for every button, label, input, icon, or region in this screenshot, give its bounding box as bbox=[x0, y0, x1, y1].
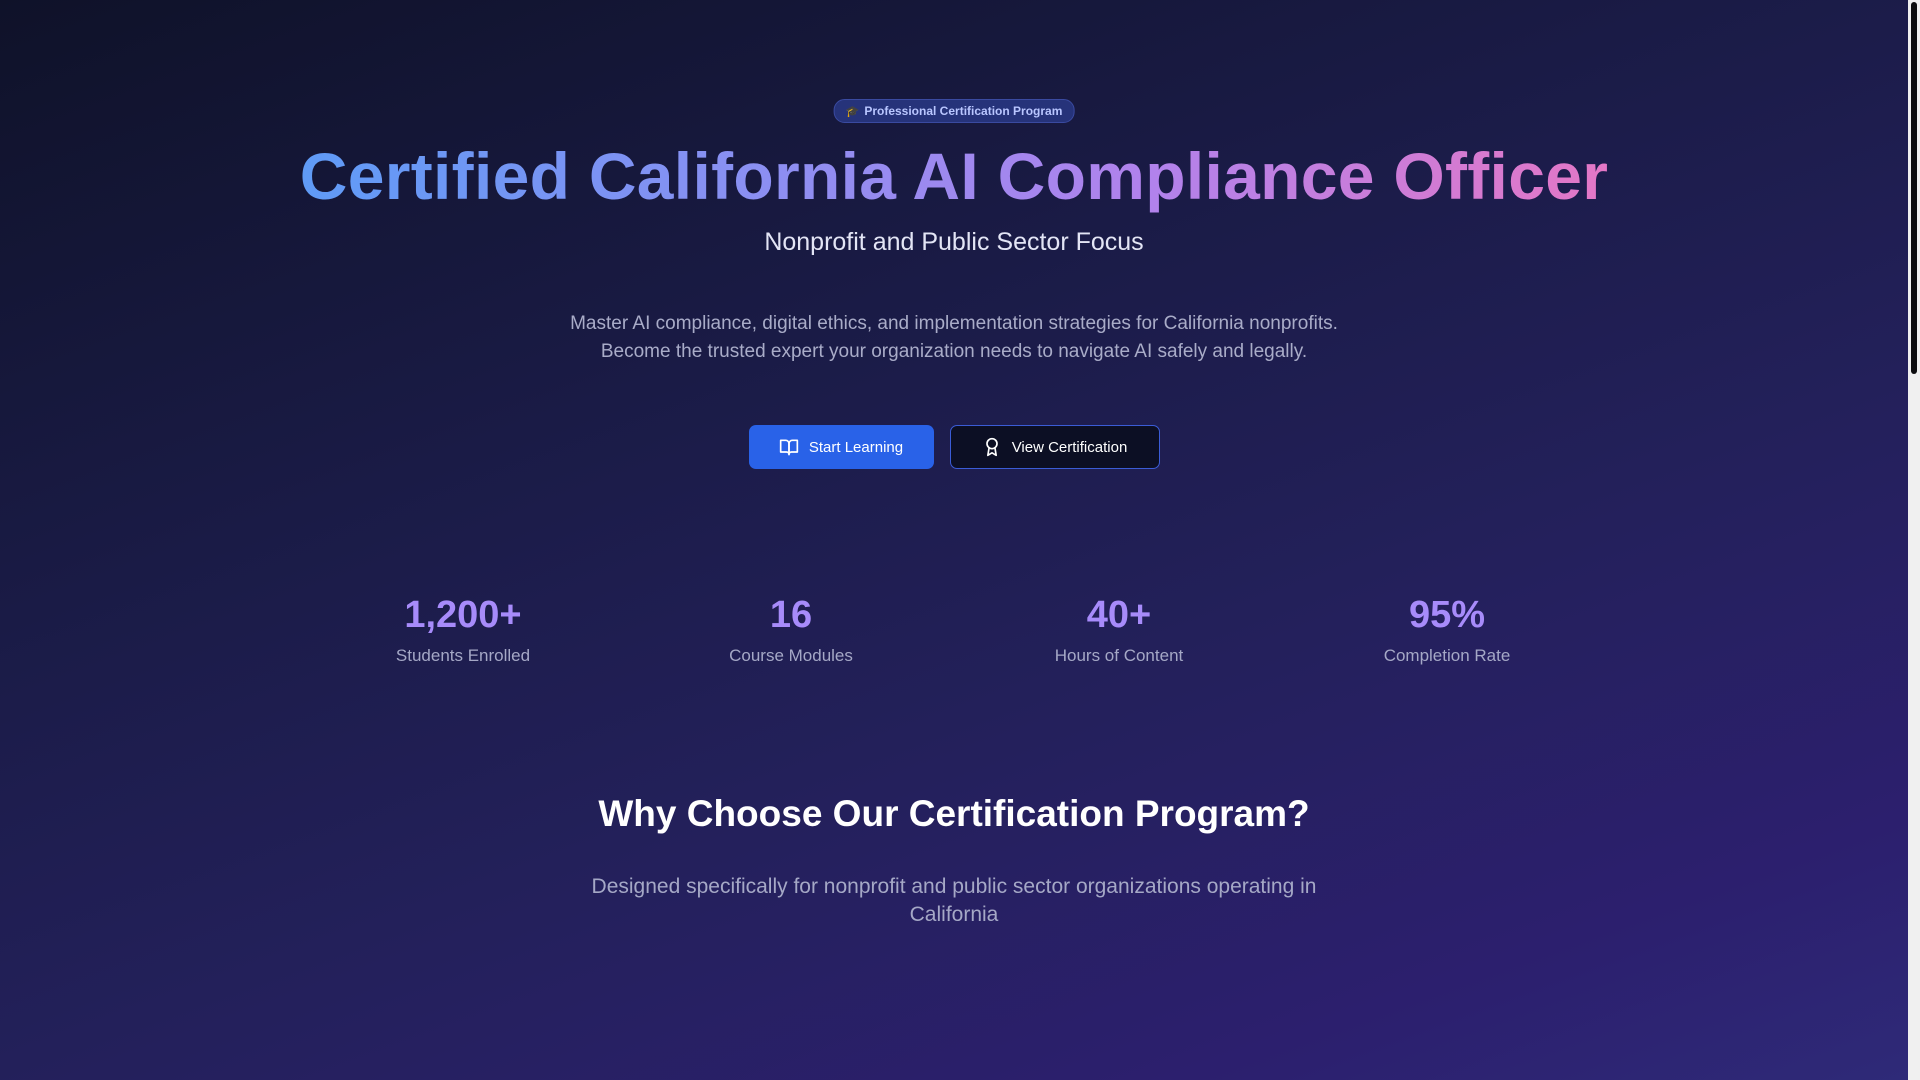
start-learning-button[interactable]: Start Learning bbox=[748, 425, 934, 469]
why-section-description: Designed specifically for nonprofit and … bbox=[591, 875, 1317, 926]
scrollbar-thumb[interactable] bbox=[1911, 2, 1917, 374]
stat-completion: 95% Completion Rate bbox=[1283, 590, 1611, 666]
hero-actions: Start Learning View Certification bbox=[0, 425, 1908, 469]
landing-page: 🎓 Professional Certification Program Cer… bbox=[0, 0, 1908, 1080]
stat-value: 16 bbox=[769, 594, 813, 636]
view-certification-button[interactable]: View Certification bbox=[949, 425, 1160, 469]
stat-value: 1,200+ bbox=[404, 594, 522, 636]
stat-modules: 16 Course Modules bbox=[627, 590, 955, 666]
book-open-icon bbox=[779, 439, 799, 456]
stat-value: 95% bbox=[1408, 594, 1486, 636]
stats-section: 1,200+ Students Enrolled 16 Course Modul… bbox=[299, 590, 1611, 666]
program-badge: 🎓 Professional Certification Program bbox=[833, 99, 1075, 123]
view-certification-label: View Certification bbox=[1011, 438, 1128, 456]
vertical-scrollbar[interactable] bbox=[1908, 0, 1920, 1080]
award-icon bbox=[985, 437, 998, 457]
page-subtitle: Nonprofit and Public Sector Focus bbox=[764, 228, 1144, 256]
stat-label: Students Enrolled bbox=[395, 646, 531, 665]
stat-hours: 40+ Hours of Content bbox=[955, 590, 1283, 666]
hero-description: Master AI compliance, digital ethics, an… bbox=[570, 313, 1338, 362]
start-learning-label: Start Learning bbox=[808, 438, 904, 456]
stat-value: 40+ bbox=[1086, 594, 1152, 636]
stat-label: Hours of Content bbox=[1054, 646, 1184, 665]
graduation-cap-icon: 🎓 bbox=[845, 105, 860, 118]
stat-label: Course Modules bbox=[729, 646, 853, 665]
page-title: Certified California AI Compliance Offic… bbox=[299, 139, 1609, 213]
stat-label: Completion Rate bbox=[1383, 646, 1511, 665]
why-section-title: Why Choose Our Certification Program? bbox=[598, 793, 1310, 834]
program-badge-label: Professional Certification Program bbox=[864, 104, 1063, 118]
stat-students: 1,200+ Students Enrolled bbox=[299, 590, 627, 666]
